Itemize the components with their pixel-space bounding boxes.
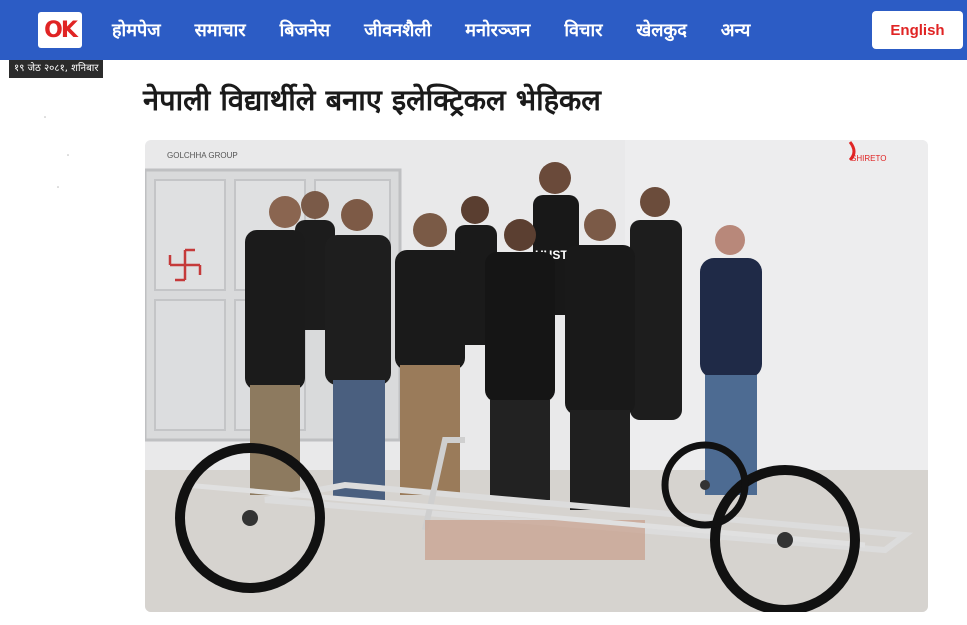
- logo-text: OK: [44, 17, 78, 43]
- nav-item-homepage[interactable]: होमपेज: [95, 18, 178, 42]
- main-nav: होमपेज समाचार बिजनेस जीवनशैली मनोरञ्जन व…: [95, 0, 767, 60]
- top-navbar: OK होमपेज समाचार बिजनेस जीवनशैली मनोरञ्ज…: [0, 0, 967, 60]
- nav-item-business[interactable]: बिजनेस: [263, 18, 347, 42]
- nav-item-opinion[interactable]: विचार: [547, 18, 619, 42]
- nav-item-sports[interactable]: खेलकुद: [619, 18, 703, 42]
- nav-item-lifestyle[interactable]: जीवनशैली: [347, 18, 448, 42]
- sponsor-logo-right: SHIRETO: [851, 154, 886, 163]
- date-badge: १९ जेठ २०८१, शनिबार: [9, 60, 104, 78]
- english-language-button[interactable]: English: [872, 11, 963, 49]
- article-title: नेपाली विद्यार्थीले बनाए इलेक्ट्रिकल भेह…: [143, 83, 601, 117]
- site-logo[interactable]: OK: [38, 12, 82, 48]
- article-image[interactable]: GOLCHHA GROUP SHIRETO HUSTLE: [145, 140, 928, 612]
- nav-item-entertainment[interactable]: मनोरञ्जन: [448, 18, 547, 42]
- sponsor-logo-left: GOLCHHA GROUP: [167, 151, 238, 160]
- nav-item-other[interactable]: अन्य: [704, 18, 768, 42]
- decorative-dots: [44, 116, 69, 188]
- nav-item-news[interactable]: समाचार: [178, 18, 263, 42]
